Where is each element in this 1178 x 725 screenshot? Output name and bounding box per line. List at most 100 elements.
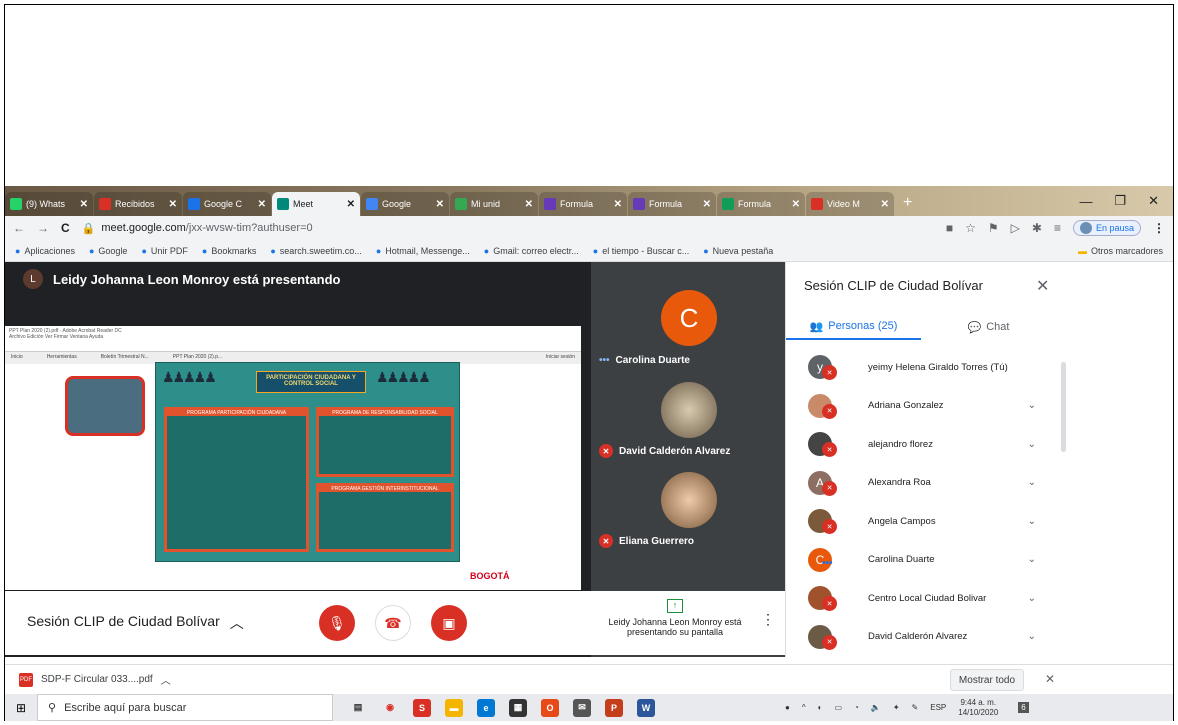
participant-row[interactable]: ✕ Angela Campos ⌄	[786, 502, 1056, 541]
chevron-up-icon[interactable]: ︿	[161, 672, 171, 687]
close-tab-icon[interactable]: ✕	[347, 199, 355, 210]
bookmark-item[interactable]: ● el tiempo - Buscar c...	[593, 246, 689, 256]
new-tab-icon[interactable]: +	[895, 192, 920, 216]
chevron-down-icon[interactable]: ⌄	[1028, 593, 1036, 604]
bookmark-item[interactable]: ● Aplicaciones	[15, 246, 75, 256]
mic-toggle-button[interactable]: 🎙	[319, 605, 355, 641]
dropbox-icon[interactable]: ✦	[893, 703, 900, 712]
powerpoint-icon[interactable]: P	[605, 698, 623, 717]
tab-chat[interactable]: 💬 Chat	[921, 314, 1056, 340]
network-icon[interactable]: ◐	[818, 703, 823, 712]
browser-tab[interactable]: Mi unid ✕	[450, 192, 538, 216]
maximize-icon[interactable]: ❐	[1114, 193, 1126, 209]
bookmark-item[interactable]: ● Hotmail, Messenge...	[376, 246, 470, 256]
file-explorer-icon[interactable]: ▬	[445, 698, 463, 717]
show-all-button[interactable]: Mostrar todo	[950, 669, 1024, 691]
close-tab-icon[interactable]: ✕	[436, 199, 444, 210]
clock[interactable]: 9:44 a. m. 14/10/2020	[958, 698, 998, 718]
camera-toggle-button[interactable]: ▣	[431, 605, 467, 641]
participant-row[interactable]: y ✕ yeimy Helena Giraldo Torres (Tú)	[786, 348, 1056, 387]
tab-people[interactable]: 👥 Personas (25)	[786, 314, 921, 340]
chrome-icon[interactable]: ◉	[381, 698, 399, 717]
close-tab-icon[interactable]: ✕	[258, 199, 266, 210]
close-icon[interactable]: ✕	[1036, 276, 1049, 296]
close-icon[interactable]: ✕	[1148, 193, 1159, 209]
participant-row[interactable]: C ••• Carolina Duarte ⌄	[786, 541, 1056, 580]
close-tab-icon[interactable]: ✕	[169, 199, 177, 210]
chevron-up-icon[interactable]: ^	[802, 703, 806, 712]
bookmark-item[interactable]: ● search.sweetim.co...	[270, 246, 361, 256]
menu-icon[interactable]: ⋮	[1153, 221, 1165, 235]
reading-list-icon[interactable]: ≡	[1054, 221, 1061, 235]
close-tab-icon[interactable]: ✕	[881, 199, 889, 210]
browser-tab[interactable]: Formula ✕	[539, 192, 627, 216]
browser-tab[interactable]: Meet ✕	[272, 192, 360, 216]
chevron-down-icon[interactable]: ⌄	[1028, 477, 1036, 488]
chevron-down-icon[interactable]: ⌄	[1028, 400, 1036, 411]
office-icon[interactable]: O	[541, 698, 559, 717]
participant-row[interactable]: ✕ David Calderón Alvarez ⌄	[786, 618, 1056, 657]
windows-start-icon[interactable]: ⊞	[5, 701, 37, 715]
bookmark-item[interactable]: ● Google	[89, 246, 127, 256]
meeting-details-button[interactable]: Sesión CLIP de Ciudad Bolívar ︿	[27, 613, 244, 633]
chevron-down-icon[interactable]: ⌄	[1028, 516, 1036, 527]
wifi-icon[interactable]: ◔	[854, 703, 859, 712]
app-icon[interactable]: S	[413, 698, 431, 717]
star-icon[interactable]: ☆	[965, 221, 976, 235]
participant-row[interactable]: ✕ alejandro florez ⌄	[786, 425, 1056, 464]
close-icon[interactable]: ✕	[1045, 672, 1055, 686]
notifications-icon[interactable]: 6	[1018, 702, 1029, 713]
participant-row[interactable]: A ✕ Alexandra Roa ⌄	[786, 464, 1056, 503]
profile-button[interactable]: En pausa	[1072, 220, 1141, 236]
participant-row[interactable]: ✕ Centro Local Ciudad Bolivar ⌄	[786, 579, 1056, 618]
section-title: PROGRAMA GESTIÓN INTERINSTITUCIONAL	[319, 486, 451, 492]
battery-icon[interactable]: ▭	[834, 703, 842, 712]
scrollbar[interactable]	[1061, 362, 1066, 452]
puzzle-icon[interactable]: ✱	[1032, 221, 1042, 235]
bookmark-item[interactable]: ● Gmail: correo electr...	[484, 246, 579, 256]
chevron-down-icon[interactable]: ⌄	[1028, 439, 1036, 450]
browser-tab[interactable]: Formula ✕	[717, 192, 805, 216]
participant-row[interactable]: ✕ Adriana Gonzalez ⌄	[786, 387, 1056, 426]
close-tab-icon[interactable]: ✕	[80, 199, 88, 210]
back-icon[interactable]: ←	[13, 221, 25, 235]
mail-icon[interactable]: ✉	[573, 698, 591, 717]
taskbar-search[interactable]: ⚲ Escribe aquí para buscar	[37, 694, 333, 721]
chevron-down-icon[interactable]: ⌄	[1028, 631, 1036, 642]
edge-icon[interactable]: e	[477, 698, 495, 717]
bookmark-item[interactable]: ● Bookmarks	[202, 246, 256, 256]
presentation-status[interactable]: ↑ Leidy Johanna Leon Monroy está present…	[595, 599, 755, 637]
tray-app-icon[interactable]: ●	[785, 703, 790, 712]
camera-icon[interactable]: ■	[946, 221, 953, 235]
browser-tab[interactable]: Recibidos ✕	[94, 192, 182, 216]
close-tab-icon[interactable]: ✕	[614, 199, 622, 210]
send-icon[interactable]: ▷	[1011, 221, 1020, 235]
chevron-down-icon[interactable]: ⌄	[1028, 554, 1036, 565]
browser-tab[interactable]: Google ✕	[361, 192, 449, 216]
pen-icon[interactable]: ✎	[912, 703, 919, 712]
browser-tab[interactable]: Video M ✕	[806, 192, 894, 216]
bookmark-item[interactable]: ● Nueva pestaña	[703, 246, 773, 256]
download-item[interactable]: SDP-F Circular 033....pdf	[41, 674, 153, 685]
close-tab-icon[interactable]: ✕	[525, 199, 533, 210]
volume-icon[interactable]: 🔈	[871, 703, 881, 712]
close-tab-icon[interactable]: ✕	[703, 199, 711, 210]
reload-icon[interactable]: C	[61, 221, 70, 235]
presenter-banner-text: Leidy Johanna Leon Monroy está presentan…	[53, 271, 341, 287]
extension-icon[interactable]: ⚑	[988, 221, 999, 235]
task-view-icon[interactable]: ▤	[349, 699, 367, 717]
url-field[interactable]: 🔒 meet.google.com/jxx-wvsw-tim?authuser=…	[82, 222, 934, 235]
close-tab-icon[interactable]: ✕	[792, 199, 800, 210]
minimize-icon[interactable]: —	[1079, 194, 1092, 209]
language-indicator[interactable]: ESP	[930, 703, 946, 712]
word-icon[interactable]: W	[637, 698, 655, 717]
leave-call-button[interactable]: ☎	[375, 605, 411, 641]
more-options-icon[interactable]: ⋮	[761, 611, 775, 628]
store-icon[interactable]: ▦	[509, 698, 527, 717]
browser-tab[interactable]: (9) Whats ✕	[5, 192, 93, 216]
forward-icon[interactable]: →	[37, 221, 49, 235]
browser-tab[interactable]: Google C ✕	[183, 192, 271, 216]
other-bookmarks[interactable]: ▬ Otros marcadores	[1078, 246, 1163, 256]
bookmark-item[interactable]: ● Unir PDF	[141, 246, 187, 256]
browser-tab[interactable]: Formula ✕	[628, 192, 716, 216]
